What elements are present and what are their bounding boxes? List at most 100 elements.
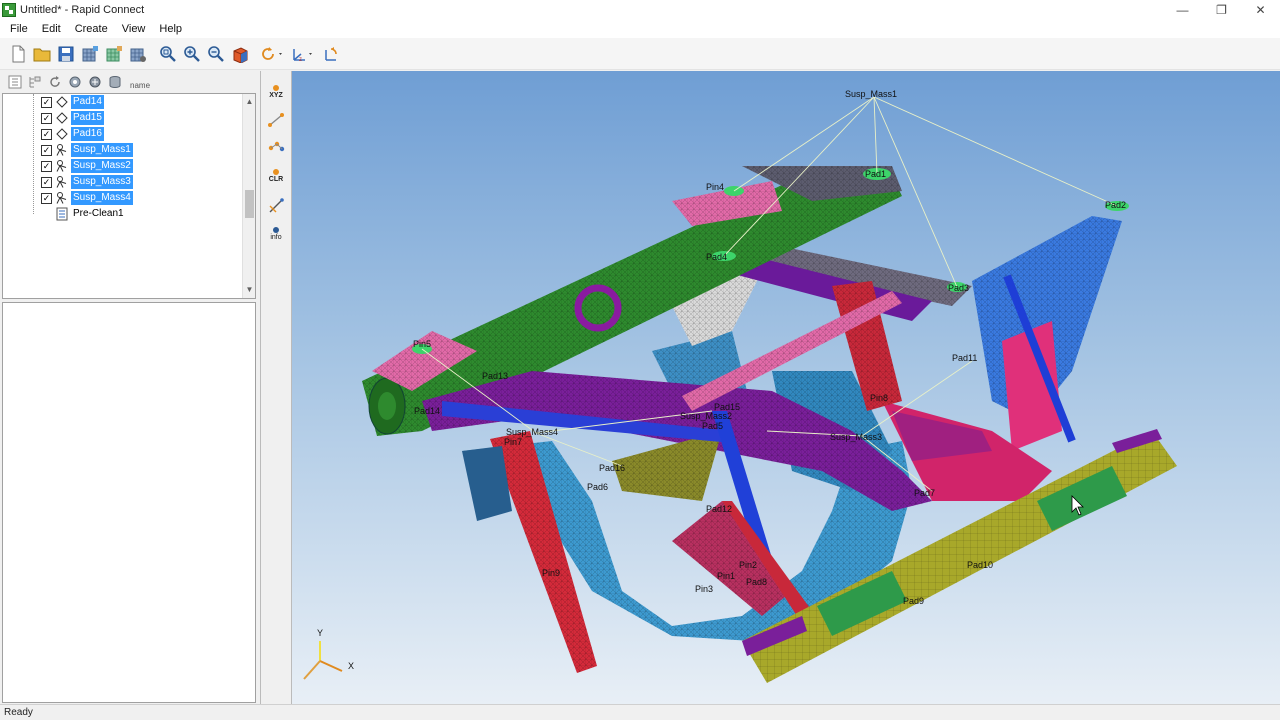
olive-block[interactable] [612, 431, 722, 501]
gear-mesh-icon [69, 76, 81, 88]
expand-tree-icon [29, 76, 41, 88]
zoom-out-icon [208, 45, 224, 62]
tree-item-susp-mass1[interactable]: ✓ Susp_Mass1 [3, 142, 133, 158]
tree-item-label: Pad14 [71, 95, 104, 109]
visibility-checkbox[interactable]: ✓ [41, 160, 52, 172]
label-pad7: Pad7 [914, 488, 935, 498]
measure-tool-button[interactable] [263, 193, 289, 219]
restore-button[interactable]: ❐ [1202, 0, 1241, 20]
rotate-button[interactable] [258, 42, 288, 66]
mesh-settings-button[interactable] [126, 42, 150, 66]
clr-label: CLR [268, 175, 284, 183]
label-pin9: Pin9 [542, 568, 560, 578]
clear-tool-button[interactable]: CLR [263, 163, 289, 189]
import-button[interactable] [78, 42, 102, 66]
tree-item-label: Pad15 [71, 111, 104, 125]
svg-text:z: z [299, 57, 302, 63]
zoom-fit-button[interactable] [156, 42, 180, 66]
tree-item-susp-mass4[interactable]: ✓ Susp_Mass4 [3, 190, 133, 206]
main-toolbar: z [0, 38, 1280, 70]
lower-link-part[interactable] [672, 501, 812, 616]
open-file-button[interactable] [30, 42, 54, 66]
label-pin1: Pin1 [717, 571, 735, 581]
refresh-tree-button[interactable] [46, 73, 64, 91]
filter-parts-button[interactable] [86, 73, 104, 91]
tool-strip: XYZ CLR info [260, 71, 292, 704]
close-button[interactable]: ✕ [1241, 0, 1280, 20]
import-mesh-icon [82, 45, 98, 61]
axis-x-label: X [348, 661, 354, 671]
scroll-up-icon[interactable]: ▲ [245, 97, 254, 106]
visibility-checkbox[interactable]: ✓ [41, 192, 52, 204]
menu-view[interactable]: View [115, 23, 153, 35]
scroll-down-icon[interactable]: ▼ [245, 285, 254, 294]
visibility-checkbox[interactable]: ✓ [41, 176, 52, 188]
nodes-tool-button[interactable] [263, 133, 289, 159]
menu-help[interactable]: Help [152, 23, 189, 35]
visibility-checkbox[interactable]: ✓ [41, 96, 52, 108]
tree-item-pad14[interactable]: ✓ Pad14 [3, 94, 104, 110]
tree-item-pad15[interactable]: ✓ Pad15 [3, 110, 104, 126]
tree-item-pre-clean1[interactable]: Pre-Clean1 [3, 206, 126, 222]
tree-scrollbar[interactable]: ▲ ▼ [242, 94, 255, 298]
save-icon [58, 46, 74, 61]
export-button[interactable] [102, 42, 126, 66]
3d-viewport[interactable]: Susp_Mass1 Pad1 Pad2 Pin4 Pad4 Pad3 Pad1… [292, 71, 1280, 704]
reset-axis-icon [325, 46, 337, 61]
mass-icon [55, 175, 69, 189]
info-tool-button[interactable]: info [263, 221, 289, 247]
label-pad12: Pad12 [706, 504, 732, 514]
app-logo-icon [2, 3, 16, 17]
label-pin3: Pin3 [695, 584, 713, 594]
menu-create[interactable]: Create [68, 23, 115, 35]
line-tool-button[interactable] [263, 107, 289, 133]
gear-parts-icon [89, 76, 101, 88]
minimize-button[interactable]: — [1163, 0, 1202, 20]
expand-all-button[interactable] [26, 73, 44, 91]
measure-icon [269, 198, 284, 213]
list-icon [55, 207, 69, 221]
sort-by-name-label[interactable]: name [130, 81, 150, 90]
title-bar: Untitled* - Rapid Connect — ❐ ✕ [0, 0, 1280, 20]
zoom-fit-icon [160, 45, 176, 62]
label-pad6: Pad6 [587, 482, 608, 492]
window-title: Untitled* - Rapid Connect [20, 4, 145, 16]
filter-mesh-button[interactable] [66, 73, 84, 91]
blue-side-panel[interactable] [972, 216, 1122, 451]
menu-file[interactable]: File [3, 23, 35, 35]
suspension-model[interactable]: Susp_Mass1 Pad1 Pad2 Pin4 Pad4 Pad3 Pad1… [292, 71, 1280, 704]
axis-triad: Y X [303, 628, 354, 680]
window-controls: — ❐ ✕ [1163, 0, 1280, 20]
axis-view-button[interactable]: z [288, 42, 318, 66]
info-icon [273, 226, 279, 233]
database-icon [109, 76, 121, 89]
visibility-checkbox[interactable]: ✓ [41, 144, 52, 156]
mass-icon [55, 191, 69, 205]
label-pin2: Pin2 [739, 560, 757, 570]
filter-connections-button[interactable] [106, 73, 124, 91]
tree-item-susp-mass2[interactable]: ✓ Susp_Mass2 [3, 158, 133, 174]
scroll-thumb[interactable] [245, 190, 254, 218]
label-pad4: Pad4 [706, 252, 727, 262]
new-file-icon [12, 45, 25, 62]
reset-view-button[interactable] [318, 42, 342, 66]
new-file-button[interactable] [6, 42, 30, 66]
label-susp-mass1: Susp_Mass1 [845, 89, 897, 99]
status-text: Ready [4, 707, 33, 718]
zoom-in-button[interactable] [180, 42, 204, 66]
view-cube-button[interactable] [228, 42, 252, 66]
tree-item-susp-mass3[interactable]: ✓ Susp_Mass3 [3, 174, 133, 190]
xyz-tool-button[interactable]: XYZ [263, 79, 289, 105]
xyz-icon [273, 84, 279, 91]
zoom-out-button[interactable] [204, 42, 228, 66]
visibility-checkbox[interactable]: ✓ [41, 128, 52, 140]
menu-edit[interactable]: Edit [35, 23, 68, 35]
model-tree: ✓ Pad14 ✓ Pad15 ✓ Pad16 ✓ Susp_Mass1 ✓ S… [2, 93, 256, 299]
pad-icon [55, 95, 69, 109]
tree-item-pad16[interactable]: ✓ Pad16 [3, 126, 104, 142]
save-button[interactable] [54, 42, 78, 66]
visibility-checkbox[interactable]: ✓ [41, 112, 52, 124]
collapse-all-button[interactable] [6, 73, 24, 91]
label-pad3: Pad3 [948, 283, 969, 293]
label-pad13: Pad13 [482, 371, 508, 381]
